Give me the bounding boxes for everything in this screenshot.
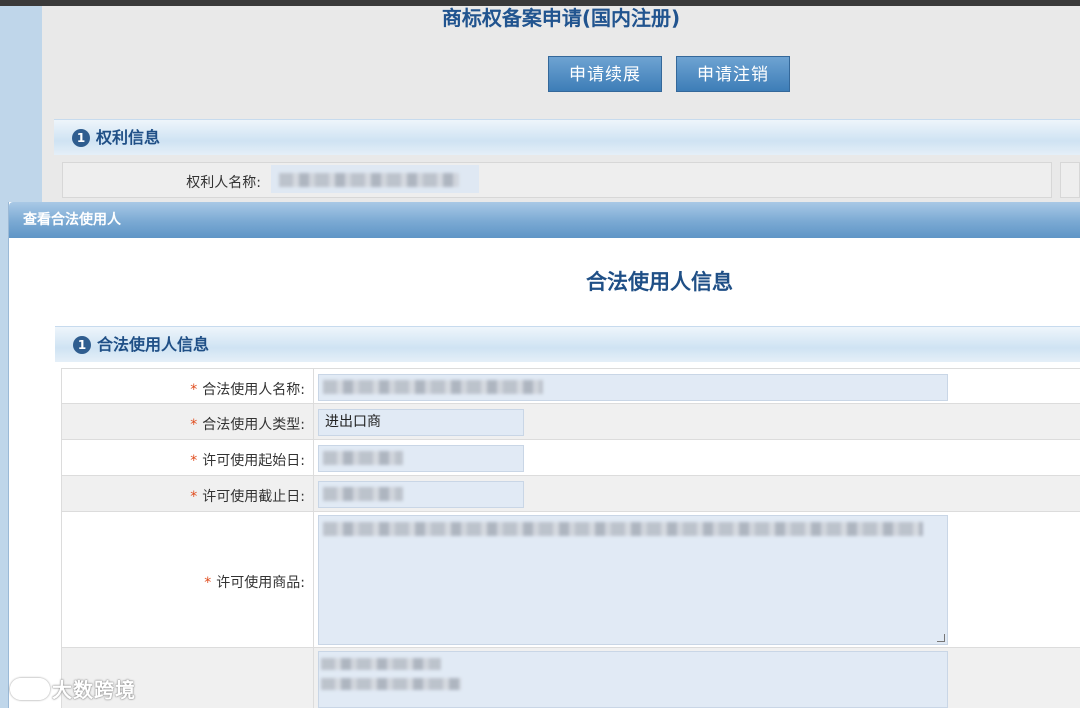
end-date-field[interactable] [318,481,524,508]
background-page: 商标权备案申请(国内注册) 申请续展 申请注销 1 权利信息 权利人名称: [42,6,1080,206]
view-legal-user-dialog: 查看合法使用人 合法使用人信息 1 合法使用人信息 * 合法使用人名称: * 合法使用… [8,202,1080,708]
legal-user-section-header: 1 合法使用人信息 [55,326,1080,362]
name-field[interactable] [318,374,948,401]
rights-section-header: 1 权利信息 [54,119,1080,155]
extra-field[interactable] [318,651,948,708]
type-label: * 合法使用人类型: [190,417,305,433]
resize-handle-icon[interactable] [937,634,945,642]
start-date-field[interactable] [318,445,524,472]
owner-value [271,165,479,193]
extra-row [61,648,1080,708]
owner-row-extra [1060,162,1080,198]
section-number-icon: 1 [73,336,91,354]
goods-label: * 许可使用商品: [204,575,305,591]
start-date-label: * 许可使用起始日: [190,453,305,469]
start-date-row: * 许可使用起始日: [61,440,1080,476]
type-field[interactable]: 进出口商 [318,409,524,436]
logo-icon [10,678,50,700]
name-row: * 合法使用人名称: [61,368,1080,404]
goods-textarea[interactable] [318,515,948,645]
owner-row: 权利人名称: [62,162,1052,198]
cancel-button[interactable]: 申请注销 [676,56,790,92]
type-row: * 合法使用人类型: 进出口商 [61,404,1080,440]
renew-button[interactable]: 申请续展 [548,56,662,92]
watermark: 大数跨境 [10,674,136,703]
dialog-header[interactable]: 查看合法使用人 [9,202,1080,238]
section-number-icon: 1 [72,129,90,147]
name-label: * 合法使用人名称: [190,382,305,398]
section-title: 权利信息 [96,128,161,147]
end-date-label: * 许可使用截止日: [190,489,305,505]
page-title: 商标权备案申请(国内注册) [441,6,681,30]
dialog-heading: 合法使用人信息 [586,270,733,294]
goods-row: * 许可使用商品: [61,512,1080,648]
section-title: 合法使用人信息 [97,335,210,354]
owner-label: 权利人名称: [186,175,261,191]
end-date-row: * 许可使用截止日: [61,476,1080,512]
